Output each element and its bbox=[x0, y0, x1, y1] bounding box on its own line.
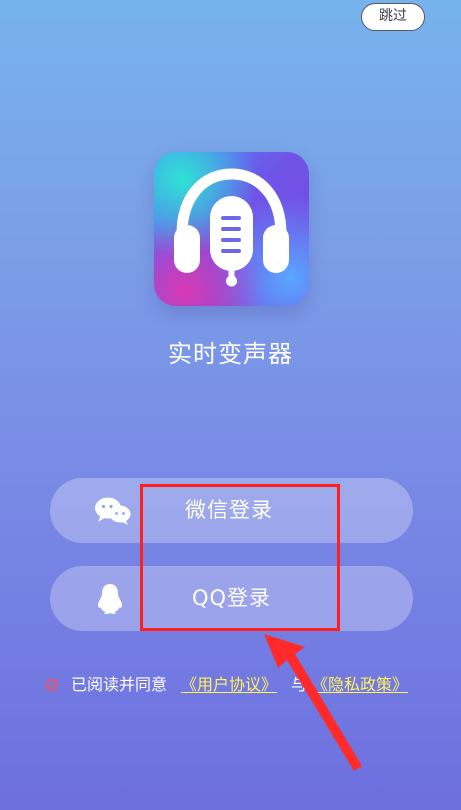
unchecked-circle-icon[interactable] bbox=[45, 678, 59, 692]
user-agreement-link[interactable]: 《用户协议》 bbox=[181, 670, 277, 700]
app-logo-icon bbox=[154, 152, 309, 306]
qq-login-button[interactable]: QQ登录 bbox=[50, 566, 413, 631]
agreement-and-text: 与 bbox=[291, 675, 308, 694]
agreement-row: 已阅读并同意 《用户协议》 与 《隐私政策》 bbox=[43, 670, 433, 700]
agreement-prefix-text: 已阅读并同意 bbox=[71, 675, 168, 694]
qq-login-label: QQ登录 bbox=[192, 586, 272, 610]
red-arrow-annotation-icon bbox=[264, 634, 362, 771]
wechat-login-label: 微信登录 bbox=[185, 498, 273, 522]
privacy-policy-link[interactable]: 《隐私政策》 bbox=[312, 670, 408, 700]
skip-button[interactable]: 跳过 bbox=[361, 3, 425, 31]
headphones-microphone-icon bbox=[174, 168, 289, 287]
app-title: 实时变声器 bbox=[168, 340, 293, 368]
wechat-login-button[interactable]: 微信登录 bbox=[50, 478, 413, 543]
wechat-icon bbox=[95, 497, 131, 525]
qq-icon bbox=[98, 584, 122, 614]
